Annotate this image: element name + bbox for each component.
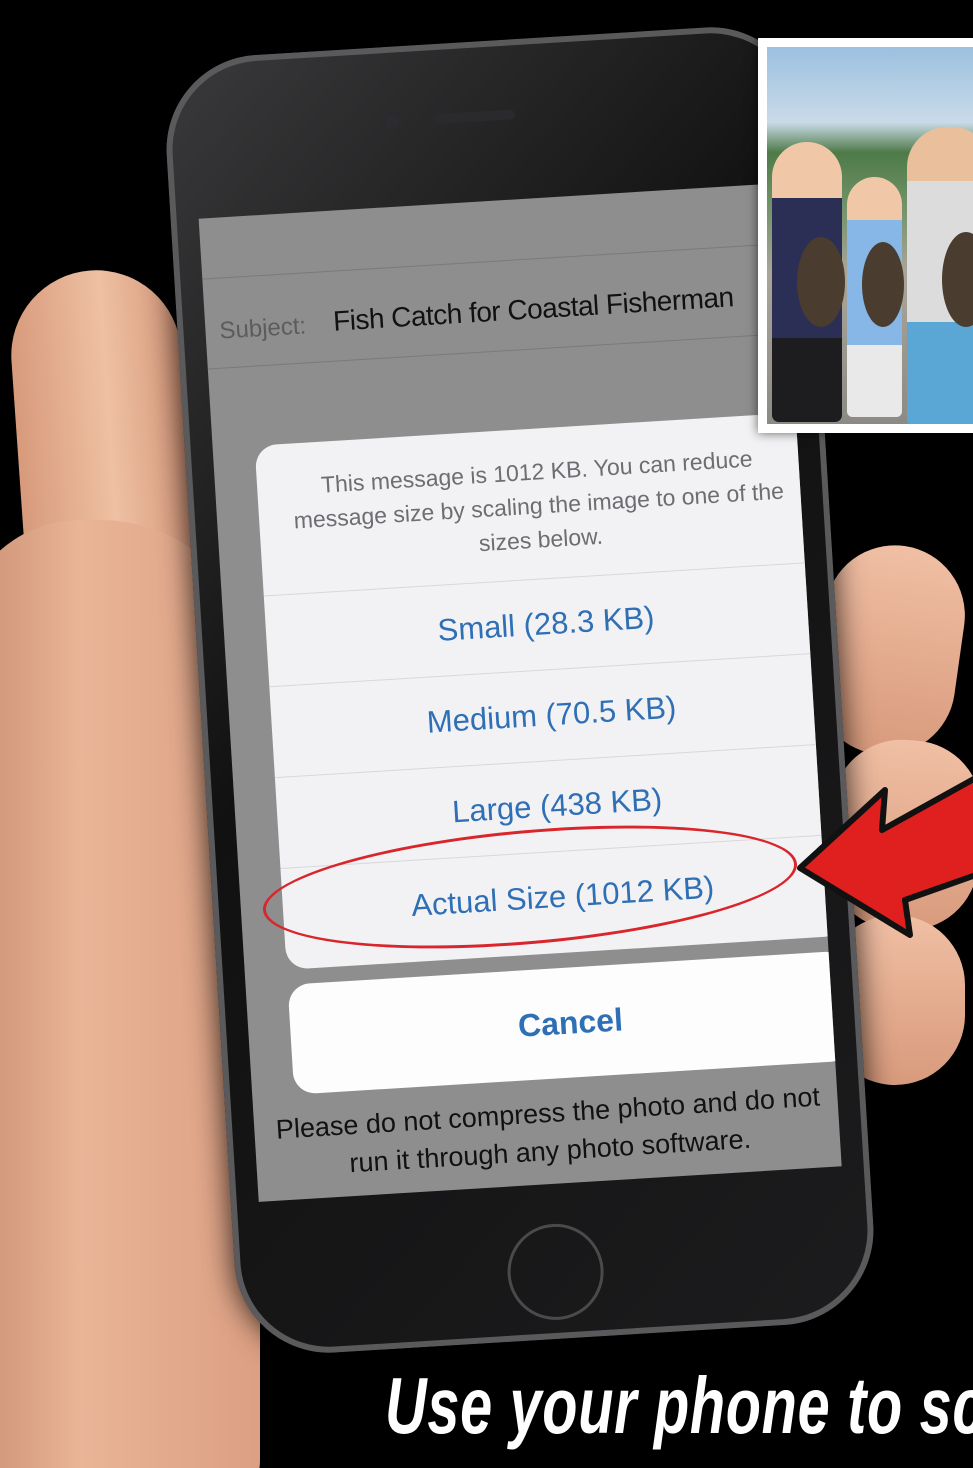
scene: Subject: Fish Catch for Coastal Fisherma… bbox=[0, 0, 973, 1468]
red-arrow-icon bbox=[797, 776, 973, 938]
earpiece bbox=[434, 109, 516, 125]
flounder-fish bbox=[797, 237, 845, 327]
home-button[interactable] bbox=[504, 1221, 607, 1323]
catch-photo bbox=[758, 38, 973, 433]
front-camera bbox=[384, 114, 400, 130]
flounder-fish bbox=[862, 242, 904, 327]
catch-photo-image bbox=[767, 47, 973, 424]
cancel-button[interactable]: Cancel bbox=[287, 950, 842, 1095]
instruction-note: Please do not compress the photo and do … bbox=[275, 1081, 821, 1179]
caption-text: Use your phone to sca bbox=[385, 1361, 973, 1450]
phone-screen: Subject: Fish Catch for Coastal Fisherma… bbox=[198, 183, 842, 1202]
subject-label: Subject: bbox=[218, 312, 307, 345]
